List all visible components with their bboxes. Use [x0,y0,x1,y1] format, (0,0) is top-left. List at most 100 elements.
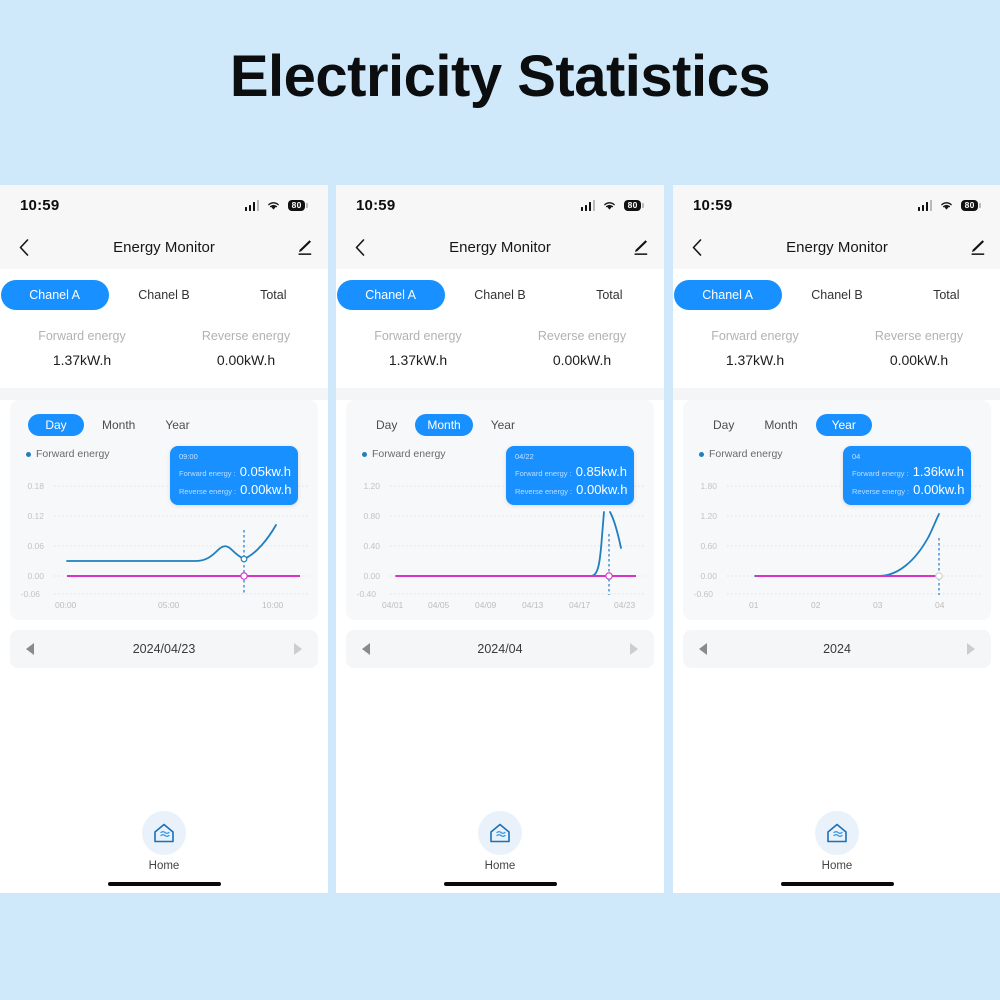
content-filler [0,668,328,805]
nav-title: Energy Monitor [113,238,215,256]
forward-energy-block: Forward energy 1.37kW.h [0,329,164,368]
range-tab-month[interactable]: Month [415,414,473,436]
pencil-edit-icon[interactable] [967,237,987,257]
prev-date-arrow-icon[interactable] [699,643,707,655]
range-tab-day[interactable]: Day [28,414,84,436]
forward-energy-value: 1.37kW.h [52,352,112,368]
ytick-3: 0.00 [700,571,717,581]
ytick-4: -0.40 [356,589,376,599]
tab-chanel-a-label: Chanel A [0,280,109,310]
energy-summary: Forward energy 1.37kW.h Reverse energy 0… [673,313,1000,388]
date-value: 2024/04/23 [132,642,196,656]
tab-chanel-b[interactable]: Chanel B [109,277,218,313]
range-tab-day[interactable]: Day [364,414,409,436]
chart-plot-day: 0.18 0.12 0.06 0.00 -0.06 00:00 05:00 10… [10,446,318,612]
tooltip-reverse-key: Reverse energy : [515,487,573,496]
status-bar: 10:59 80 [336,185,664,225]
range-tab-month[interactable]: Month [752,414,809,436]
ytick-0: 0.18 [27,481,44,491]
tab-chanel-a[interactable]: Chanel A [336,277,445,313]
ytick-3: 0.00 [27,571,44,581]
home-indicator [107,882,221,886]
reverse-energy-value: 0.00kW.h [889,352,949,368]
nav-bar: Energy Monitor [336,225,664,269]
pencil-edit-icon[interactable] [630,237,650,257]
home-house-icon[interactable] [478,811,522,855]
bottom-bar: Home [336,805,664,893]
tab-chanel-a-label: Chanel A [673,280,782,310]
reverse-energy-value: 0.00kW.h [216,352,276,368]
chart-plot-month: 1.20 0.80 0.40 0.00 -0.40 04/01 04/05 04… [346,446,654,612]
forward-energy-value: 1.37kW.h [388,352,448,368]
wifi-icon [602,200,617,211]
tab-chanel-a[interactable]: Chanel A [673,277,782,313]
next-date-arrow-icon[interactable] [967,643,975,655]
back-button[interactable] [686,236,708,258]
home-house-icon[interactable] [815,811,859,855]
ytick-2: 0.60 [700,541,717,551]
forward-energy-value: 1.37kW.h [725,352,785,368]
home-house-icon[interactable] [142,811,186,855]
range-tab-year[interactable]: Year [815,414,872,436]
prev-date-arrow-icon[interactable] [26,643,34,655]
tooltip-forward-value: 1.36kw.h [912,464,965,479]
phone-screenshot-day: 10:59 80 Energy Monitor Chanel A Chanel … [0,185,328,893]
tab-total[interactable]: Total [892,277,1000,313]
channel-tabs-card: Chanel A Chanel B Total [336,269,664,313]
signal-bars-icon [580,199,596,211]
legend-forward-dot-icon [362,451,367,457]
xtick-2: 10:00 [262,600,284,610]
ytick-1: 0.12 [27,511,44,521]
reverse-energy-block: Reverse energy 0.00kW.h [164,329,328,368]
battery-icon: 80 [624,199,644,211]
section-divider [0,388,328,400]
tooltip-reverse-key: Reverse energy : [852,487,910,496]
legend-forward-dot-icon [26,451,31,457]
next-date-arrow-icon[interactable] [630,643,638,655]
xtick-5: 04/23 [614,600,636,610]
tab-chanel-b-label: Chanel B [811,288,863,302]
chart-tooltip: 04/22 Forward energy : 0.85kw.h Reverse … [506,446,634,505]
nav-bar: Energy Monitor [0,225,328,269]
chart-card: Day Month Year Forward energy Reverse en… [346,400,654,620]
next-date-arrow-icon[interactable] [294,643,302,655]
tab-chanel-b[interactable]: Chanel B [445,277,554,313]
nav-title: Energy Monitor [449,238,551,256]
screenshot-root: Electricity Statistics 10:59 80 Energy M… [0,0,1000,1000]
tab-chanel-a[interactable]: Chanel A [0,277,109,313]
xtick-2: 04/09 [475,600,497,610]
range-tab-day[interactable]: Day [701,414,746,436]
range-tab-year[interactable]: Year [153,414,201,436]
xtick-3: 04/13 [522,600,544,610]
tooltip-forward-value: 0.05kw.h [239,464,292,479]
reverse-energy-label: Reverse energy [201,329,291,343]
xtick-3: 04 [935,600,945,610]
xtick-1: 04/05 [428,600,450,610]
energy-summary: Forward energy 1.37kW.h Reverse energy 0… [0,313,328,388]
range-tab-year[interactable]: Year [479,414,527,436]
nav-title: Energy Monitor [786,238,888,256]
section-divider [336,388,664,400]
bottom-bar: Home [0,805,328,893]
back-button[interactable] [13,236,35,258]
ytick-4: -0.06 [20,589,40,599]
legend-forward: Forward energy [26,448,171,460]
range-tabs: Day Month Year [683,412,991,438]
banner: Electricity Statistics [0,0,1000,185]
back-button[interactable] [349,236,371,258]
tab-chanel-a-label: Chanel A [336,280,445,310]
forward-energy-block: Forward energy 1.37kW.h [673,329,837,368]
chart-plot-year: 1.80 1.20 0.60 0.00 -0.60 01 02 03 04 04… [683,446,991,612]
tab-total[interactable]: Total [555,277,664,313]
tooltip-forward-key: Forward energy : [179,469,236,478]
ytick-4: -0.60 [693,589,713,599]
range-tab-month[interactable]: Month [90,414,147,436]
chart-card: Day Month Year Forward energy Reverse en… [683,400,991,620]
prev-date-arrow-icon[interactable] [362,643,370,655]
reverse-energy-label: Reverse energy [537,329,627,343]
tab-total[interactable]: Total [219,277,328,313]
tab-chanel-b[interactable]: Chanel B [782,277,891,313]
channel-tabs-card: Chanel A Chanel B Total [673,269,1000,313]
tooltip-reverse-value: 0.00kw.h [913,482,965,497]
pencil-edit-icon[interactable] [294,237,314,257]
